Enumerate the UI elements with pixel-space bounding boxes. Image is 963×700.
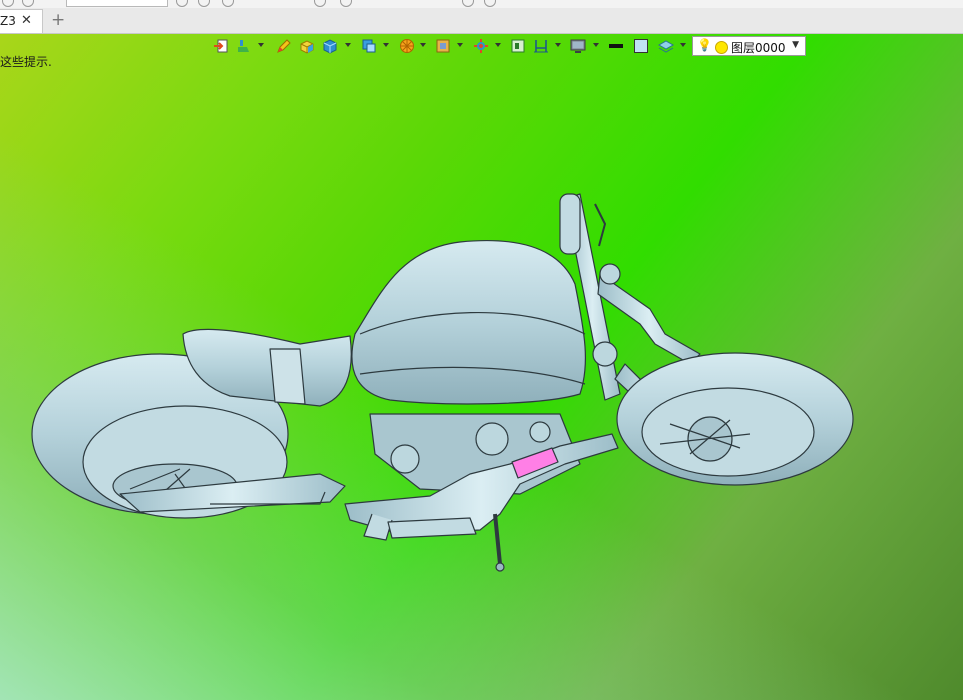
- new-tab-button[interactable]: +: [51, 10, 65, 30]
- quick-access-toolbar: [0, 0, 963, 8]
- undo-icon[interactable]: [2, 0, 14, 7]
- tool-icon[interactable]: [462, 0, 474, 7]
- fuel-tank: [351, 239, 587, 405]
- 3d-viewport[interactable]: 这些提示. 💡 图层0000 ▼: [0, 34, 963, 700]
- tool-icon[interactable]: [198, 0, 210, 7]
- tool-icon[interactable]: [484, 0, 496, 7]
- close-icon[interactable]: ✕: [21, 13, 32, 28]
- tool-icon[interactable]: [176, 0, 188, 7]
- document-tab-label: Z3: [0, 14, 16, 28]
- tool-icon[interactable]: [222, 0, 234, 7]
- tool-icon[interactable]: [314, 0, 326, 7]
- document-tab[interactable]: Z3 ✕: [0, 9, 43, 33]
- document-tab-bar: Z3 ✕ +: [0, 8, 963, 34]
- motorcycle-model[interactable]: [0, 34, 963, 700]
- filter-combo[interactable]: [66, 0, 168, 7]
- tool-icon[interactable]: [340, 0, 352, 7]
- redo-icon[interactable]: [22, 0, 34, 7]
